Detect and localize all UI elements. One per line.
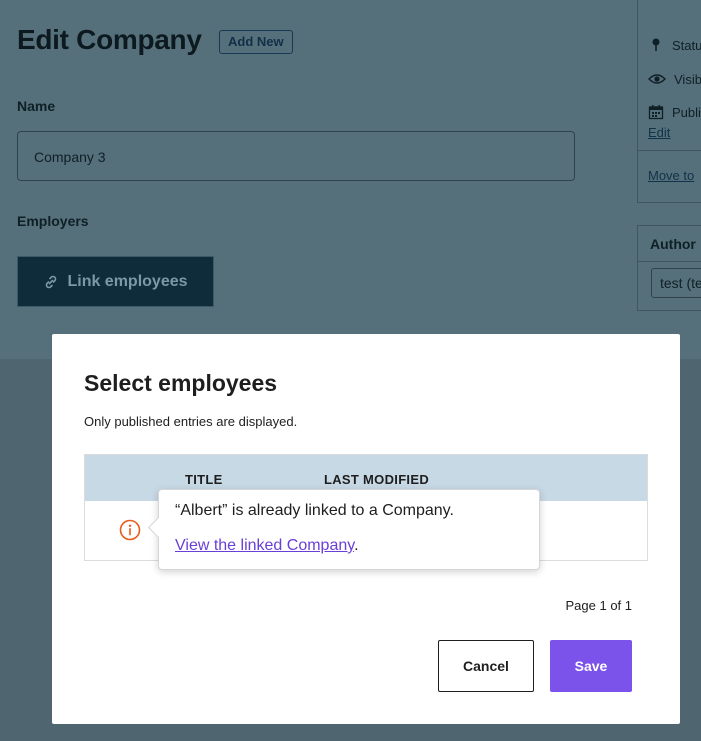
author-select[interactable]: test (te bbox=[651, 268, 701, 298]
calendar-icon bbox=[648, 105, 664, 120]
popover-link-suffix: . bbox=[354, 537, 359, 554]
link-employees-button[interactable]: Link employees bbox=[17, 256, 214, 307]
add-new-button[interactable]: Add New bbox=[219, 30, 293, 54]
page-title: Edit Company bbox=[17, 24, 202, 55]
column-last-modified[interactable]: LAST MODIFIED bbox=[324, 472, 429, 487]
employers-label: Employers bbox=[17, 213, 89, 229]
popover-message: “Albert” is already linked to a Company. bbox=[175, 502, 454, 519]
publish-date-label: Publi bbox=[672, 104, 701, 120]
pin-icon bbox=[652, 38, 660, 51]
info-icon[interactable] bbox=[119, 519, 141, 541]
edit-date-link[interactable]: Edit bbox=[648, 125, 670, 140]
modal-title: Select employees bbox=[84, 370, 278, 396]
name-label: Name bbox=[17, 98, 56, 114]
author-divider bbox=[638, 261, 701, 262]
sidebar-divider bbox=[638, 150, 701, 151]
popover-link-line: View the linked Company. bbox=[175, 537, 359, 555]
link-employees-label: Link employees bbox=[67, 272, 188, 290]
visibility-row: Visib bbox=[648, 71, 701, 87]
author-title: Author bbox=[650, 236, 696, 252]
pagination-text: Page 1 of 1 bbox=[565, 598, 633, 613]
company-name-input[interactable]: Company 3 bbox=[17, 131, 575, 181]
visibility-label: Visib bbox=[674, 71, 701, 87]
column-title[interactable]: TITLE bbox=[185, 472, 223, 487]
eye-icon bbox=[648, 74, 666, 84]
main-content: Edit Company Add New Name Company 3 Empl… bbox=[0, 0, 620, 359]
move-to-trash-link[interactable]: Move to bbox=[648, 168, 694, 183]
publish-date-row: Publi bbox=[648, 104, 701, 120]
status-label: Statu bbox=[672, 37, 701, 53]
link-icon bbox=[46, 275, 57, 288]
edit-company-page: Edit Company Add New Name Company 3 Empl… bbox=[0, 0, 701, 359]
view-linked-company-link[interactable]: View the linked Company bbox=[175, 537, 354, 554]
save-button[interactable]: Save bbox=[550, 640, 632, 692]
status-row: Statu bbox=[648, 37, 701, 53]
already-linked-popover: “Albert” is already linked to a Company.… bbox=[147, 489, 540, 570]
cancel-button[interactable]: Cancel bbox=[438, 640, 534, 692]
modal-subtitle: Only published entries are displayed. bbox=[84, 414, 298, 429]
